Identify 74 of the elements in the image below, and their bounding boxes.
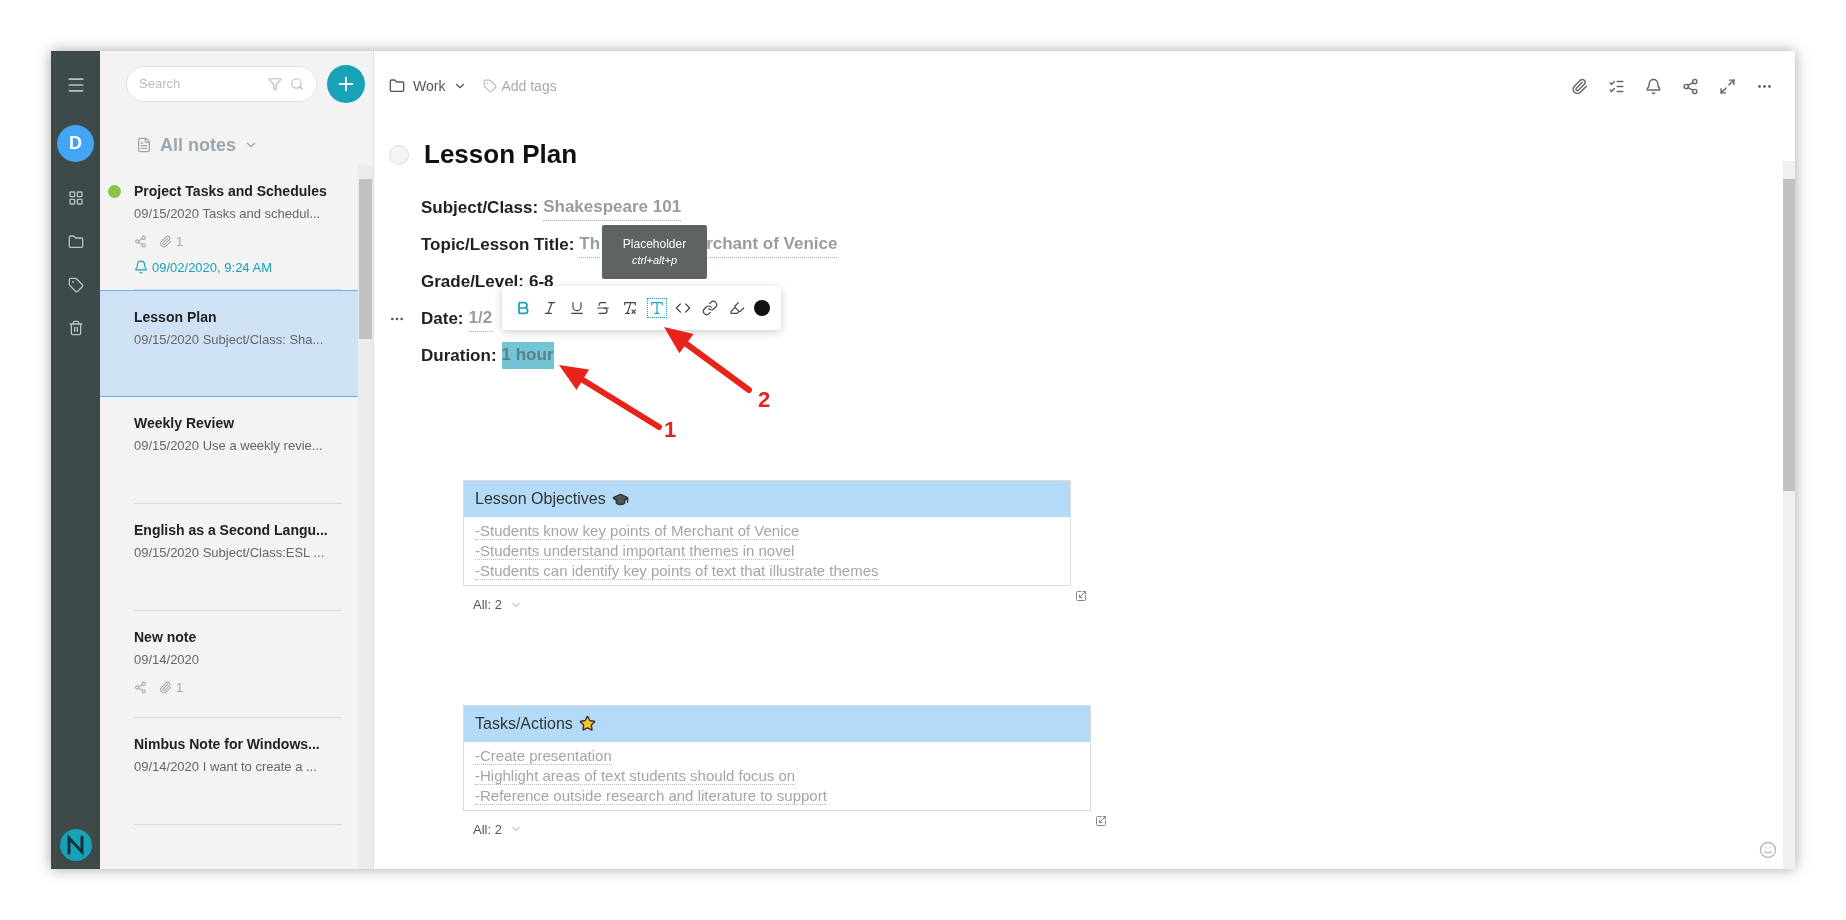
tag-icon	[483, 79, 498, 93]
row-count[interactable]: All: 2	[473, 595, 502, 615]
grid-icon[interactable]	[67, 190, 84, 206]
field-value[interactable]: 1/2	[468, 305, 493, 332]
note-item[interactable]: Weekly Review 09/15/2020 Use a weekly revie...	[100, 397, 358, 504]
placeholder-icon[interactable]	[646, 298, 667, 318]
annotation-number: 2	[758, 386, 771, 414]
add-note-button[interactable]	[327, 65, 365, 103]
note-title: Nimbus Note for Windows...	[134, 735, 321, 754]
trash-icon[interactable]	[67, 320, 84, 336]
tag-icon[interactable]	[67, 277, 84, 293]
resize-icon[interactable]	[1075, 590, 1087, 602]
note-item[interactable]: Project Tasks and Schedules 09/15/2020 Tasks and schedul... 1 09/02/2020, 9:24 AM	[100, 165, 358, 290]
folder-icon[interactable]	[389, 78, 405, 94]
note-title: New note	[134, 628, 198, 647]
field-value[interactable]: Th	[579, 231, 601, 258]
note-preview: 09/15/2020 Use a weekly revie...	[134, 437, 324, 455]
field-label: Subject/Class:	[421, 196, 539, 219]
note-title: English as a Second Langu...	[134, 521, 329, 540]
table-title[interactable]: Tasks/Actions	[475, 711, 573, 736]
note-title: Lesson Plan	[134, 308, 218, 327]
paperclip-icon	[159, 235, 172, 249]
document-icon	[136, 137, 152, 153]
tooltip-shortcut: ctrl+alt+p	[631, 253, 678, 268]
search-field[interactable]: Search	[139, 74, 239, 94]
field-label: Topic/Lesson Title:	[421, 233, 575, 256]
table-row-text[interactable]: -Highlight areas of text students should focus on	[475, 766, 796, 785]
attachment-count: 1	[176, 679, 184, 697]
user-avatar[interactable]: D	[57, 125, 94, 162]
note-preview: 09/14/2020	[134, 651, 201, 669]
resize-icon[interactable]	[1095, 814, 1107, 827]
note-preview: 09/15/2020 Tasks and schedul...	[134, 205, 322, 223]
share-icon[interactable]	[1682, 77, 1699, 95]
star-icon	[578, 715, 596, 732]
tooltip-title: Placeholder	[622, 236, 687, 252]
reminder-time: 09/02/2020, 9:24 AM	[152, 258, 272, 277]
add-tags-link[interactable]: Add tags	[501, 75, 557, 97]
attachment-count: 1	[176, 233, 184, 251]
note-preview: 09/14/2020 I want to create a ...	[134, 758, 318, 776]
paperclip-icon	[159, 681, 172, 695]
bell-icon	[134, 260, 148, 275]
note-preview: 09/15/2020 Subject/Class: Sha...	[134, 331, 325, 349]
expand-icon[interactable]	[1719, 77, 1736, 95]
table-row-text[interactable]: -Students understand important themes in novel	[475, 542, 795, 560]
bell-icon[interactable]	[1645, 77, 1662, 95]
table-row-text[interactable]: -Create presentation	[475, 746, 612, 765]
field-label: Grade/Level:	[421, 270, 524, 293]
row-count[interactable]: All: 2	[473, 819, 502, 839]
notes-filter-label[interactable]: All notes	[160, 131, 236, 159]
table-row-text[interactable]: -Reference outside research and literature to support	[475, 786, 827, 805]
logo-icon[interactable]	[59, 829, 92, 861]
field-label: Date:	[421, 307, 464, 330]
scrollbar[interactable]	[358, 165, 373, 869]
note-item[interactable]: English as a Second Langu... 09/15/2020 Subject/Class:ESL ...	[100, 504, 358, 611]
note-preview: 09/15/2020 Subject/Class:ESL ...	[134, 544, 326, 562]
annotation-number: 1	[664, 416, 677, 444]
table-row-text[interactable]: -Students know key points of Merchant of Venice	[475, 522, 800, 540]
field-value[interactable]: 1 hour	[501, 342, 554, 369]
note-item[interactable]: Nimbus Note for Windows... 09/14/2020 I want to create a ...	[100, 718, 358, 825]
table-title[interactable]: Lesson Objectives	[475, 487, 606, 511]
scrollbar[interactable]	[1783, 161, 1795, 869]
note-item[interactable]: New note 09/14/2020 1	[100, 611, 358, 718]
folder-icon[interactable]	[67, 234, 84, 250]
field-value[interactable]: Shakespeare 101	[543, 194, 682, 221]
note-title: Project Tasks and Schedules	[134, 182, 328, 201]
folder-name[interactable]: Work	[413, 75, 446, 97]
table-row-text[interactable]: -Students can identify key points of text that illustrate themes	[475, 562, 879, 580]
field-label: Duration:	[421, 344, 497, 367]
color-swatch-button[interactable]	[753, 300, 770, 316]
note-title: Weekly Review	[134, 414, 236, 433]
search-bar[interactable]: Search	[126, 66, 317, 102]
note-item[interactable]: Lesson Plan 09/15/2020 Subject/Class: Sha...	[100, 290, 358, 397]
note-title[interactable]: Lesson Plan	[424, 135, 578, 174]
paperclip-icon[interactable]	[1571, 77, 1588, 95]
